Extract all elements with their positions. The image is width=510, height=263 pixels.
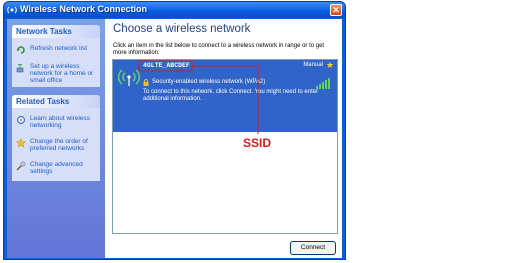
setup-network-icon (16, 63, 24, 73)
change-advanced-settings-link[interactable]: Change advanced settings (12, 158, 100, 177)
window-title: Wireless Network Connection (20, 4, 147, 14)
network-tasks-panel: Network Tasks Refresh network list Set u… (12, 25, 100, 87)
wireless-antenna-icon (118, 69, 140, 86)
close-button[interactable]: ✕ (330, 4, 342, 16)
setup-wireless-network-link[interactable]: Set up a wireless network for a home or … (12, 60, 100, 86)
ssid-annotation-label: SSID (243, 136, 272, 150)
star-icon (16, 138, 26, 148)
advanced-settings-icon (16, 161, 26, 171)
related-tasks-panel: Related Tasks Learn about wireless netwo… (12, 95, 100, 181)
refresh-network-list-link[interactable]: Refresh network list (12, 42, 100, 54)
title-bar[interactable]: Wireless Network Connection ✕ (4, 2, 345, 18)
network-tasks-heading[interactable]: Network Tasks (12, 25, 100, 38)
network-ssid: 4GLTE_ABCDEF (143, 62, 190, 69)
preferred-star-icon: ★ (325, 60, 334, 70)
page-title: Choose a wireless network (113, 23, 251, 35)
change-order-link[interactable]: Change the order of preferred networks (12, 135, 100, 154)
wireless-icon (7, 6, 17, 14)
instructions-text: Click an item in the list below to conne… (113, 43, 325, 56)
setup-wireless-network-label: Set up a wireless network for a home or … (30, 63, 94, 84)
network-list[interactable]: 4GLTE_ABCDEF Manual ★ Security-enabled w… (112, 59, 338, 234)
change-advanced-settings-label: Change advanced settings (30, 161, 83, 175)
connection-mode: Manual (303, 62, 323, 68)
learn-wireless-label: Learn about wireless networking (30, 115, 90, 129)
wireless-network-window: Wireless Network Connection ✕ Network Ta… (3, 1, 346, 260)
connect-hint: To connect to this network, click Connec… (143, 89, 319, 102)
close-icon: ✕ (332, 5, 340, 15)
signal-strength-icon (316, 78, 330, 89)
change-order-label: Change the order of preferred networks (30, 138, 88, 152)
network-list-item[interactable]: 4GLTE_ABCDEF Manual ★ Security-enabled w… (113, 60, 337, 132)
refresh-icon (16, 46, 25, 54)
connect-button[interactable]: Connect (290, 241, 336, 255)
learn-wireless-link[interactable]: Learn about wireless networking (12, 112, 100, 131)
lock-icon (143, 79, 149, 86)
related-tasks-heading[interactable]: Related Tasks (12, 95, 100, 108)
refresh-network-list-label: Refresh network list (30, 45, 88, 52)
task-pane: Network Tasks Refresh network list Set u… (7, 19, 105, 258)
main-pane: Choose a wireless network Click an item … (105, 19, 342, 258)
security-status: Security-enabled wireless network (WPA2) (152, 79, 266, 85)
window-client-area: Network Tasks Refresh network list Set u… (7, 19, 342, 258)
learn-icon (17, 116, 25, 124)
